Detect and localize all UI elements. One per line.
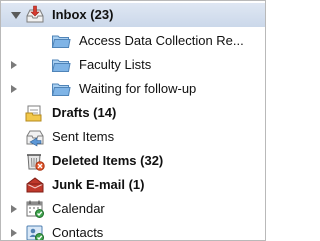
folder-item-inbox[interactable]: Inbox (23) [1, 3, 265, 27]
folder-label: Access Data Collection Re... [79, 33, 244, 48]
folder-item-junk-email[interactable]: Junk E-mail (1) [1, 173, 265, 197]
drafts-icon [25, 103, 45, 123]
deleted-items-icon [25, 151, 45, 171]
folder-icon [51, 79, 71, 99]
folder-item-deleted-items[interactable]: Deleted Items (32) [1, 149, 265, 173]
folder-label: Inbox (23) [52, 7, 114, 22]
folder-label: Calendar [52, 201, 105, 216]
folder-icon [51, 31, 71, 51]
folder-label: Drafts (14) [52, 105, 117, 120]
calendar-icon [25, 199, 45, 219]
folder-item-contacts[interactable]: Contacts [1, 221, 265, 240]
folder-item-calendar[interactable]: Calendar [1, 197, 265, 221]
folder-item-access-data-collection[interactable]: Access Data Collection Re... [1, 29, 265, 53]
folder-list: Inbox (23) Access Data Collection Re... … [0, 0, 266, 241]
disclosure-triangle-collapsed[interactable] [11, 229, 17, 237]
folder-label: Junk E-mail (1) [52, 177, 145, 192]
folder-label: Faculty Lists [79, 57, 152, 72]
disclosure-triangle-collapsed[interactable] [11, 85, 17, 93]
folder-icon [51, 55, 71, 75]
folder-item-faculty-lists[interactable]: Faculty Lists [1, 53, 265, 77]
disclosure-triangle-collapsed[interactable] [11, 205, 17, 213]
disclosure-triangle-collapsed[interactable] [11, 61, 17, 69]
folder-item-drafts[interactable]: Drafts (14) [1, 101, 265, 125]
inbox-icon [25, 5, 45, 25]
folder-label: Sent Items [52, 129, 115, 144]
folder-item-waiting-for-follow-up[interactable]: Waiting for follow-up [1, 77, 265, 101]
sent-items-icon [25, 127, 45, 147]
folder-item-sent-items[interactable]: Sent Items [1, 125, 265, 149]
disclosure-triangle-expanded[interactable] [11, 12, 21, 19]
folder-label: Contacts [52, 225, 104, 240]
folder-label: Waiting for follow-up [79, 81, 197, 96]
folder-label: Deleted Items (32) [52, 153, 164, 168]
contacts-icon [25, 223, 45, 240]
junk-email-icon [25, 175, 45, 195]
